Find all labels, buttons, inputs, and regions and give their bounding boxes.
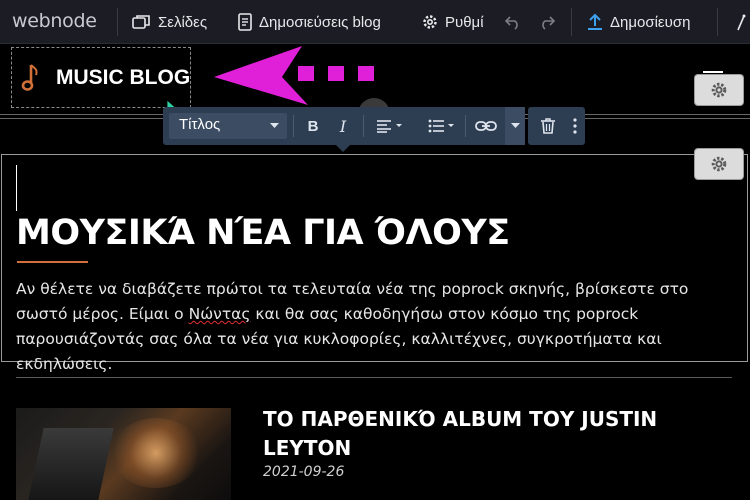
- publish-label: Δημοσίευση: [610, 13, 691, 31]
- editor-topbar: webnode Σελίδες Δημοσιεύσεις blog Ρυθμί: [0, 0, 750, 44]
- heading-accent-line: [17, 261, 88, 263]
- header-settings-button[interactable]: [695, 75, 743, 105]
- toolbar-divider: [571, 8, 572, 36]
- annotation-dot: [358, 66, 374, 81]
- link-button[interactable]: [473, 114, 499, 138]
- section-divider: [16, 377, 732, 378]
- upload-icon: [588, 13, 602, 30]
- more-tools-button[interactable]: [735, 0, 750, 44]
- gear-icon: [711, 82, 727, 98]
- text-style-select[interactable]: Τίτλος: [169, 113, 287, 139]
- text-format-toolbar: Τίτλος B I: [163, 107, 525, 145]
- publish-button[interactable]: Δημοσίευση: [586, 0, 690, 44]
- delete-button[interactable]: [536, 114, 560, 138]
- align-left-icon: [377, 120, 402, 133]
- text-style-value: Τίτλος: [179, 116, 221, 133]
- toolbar-divider: [363, 115, 364, 137]
- chevron-down-icon: [270, 123, 279, 128]
- toolbar-divider: [293, 115, 294, 137]
- settings-button[interactable]: Ρυθμί: [421, 0, 491, 44]
- document-icon: [238, 13, 252, 31]
- intro-paragraph[interactable]: Αν θέλετε να διαβάζετε πρώτοι τα τελευτα…: [16, 277, 731, 377]
- pages-icon: [132, 15, 150, 29]
- italic-button[interactable]: I: [333, 114, 353, 138]
- trash-icon: [541, 118, 555, 134]
- link-icon: [475, 121, 497, 131]
- annotation-dot: [328, 66, 344, 81]
- spellcheck-word: Νώντας: [188, 305, 251, 323]
- list-button[interactable]: [425, 114, 459, 138]
- text-cursor: [16, 165, 17, 211]
- toolbar-divider: [465, 115, 466, 137]
- post-date: 2021-09-26: [263, 464, 345, 480]
- toolbar-divider: [717, 8, 718, 36]
- post-thumbnail[interactable]: [16, 408, 231, 500]
- redo-icon: [542, 16, 556, 30]
- block-actions-toolbar: [528, 107, 585, 145]
- settings-label: Ρυθμί: [445, 13, 484, 31]
- toolbar-pointer: [335, 144, 351, 152]
- chevron-down-icon: [510, 123, 520, 128]
- pages-button[interactable]: Σελίδες: [132, 0, 207, 44]
- bullet-list-icon: [428, 119, 454, 133]
- blog-posts-label: Δημοσιεύσεις blog: [259, 13, 381, 31]
- redo-button[interactable]: [538, 0, 562, 44]
- pages-label: Σελίδες: [158, 13, 208, 31]
- blog-posts-button[interactable]: Δημοσιεύσεις blog: [237, 0, 381, 44]
- gear-icon: [711, 156, 727, 172]
- bold-button[interactable]: B: [303, 114, 323, 138]
- toolbar-divider: [117, 8, 118, 36]
- wand-icon: [737, 14, 746, 31]
- page-heading[interactable]: ΜΟΥΣΙΚΆ ΝΈΑ ΓΙΑ ΌΛΟΥΣ: [16, 213, 510, 253]
- webnode-logo[interactable]: webnode: [12, 10, 97, 32]
- site-title[interactable]: MUSIC BLOG: [56, 66, 190, 90]
- kebab-menu-icon: [573, 118, 577, 134]
- gear-icon: [423, 15, 437, 29]
- post-title[interactable]: ΤΟ ΠΑΡΘΕΝΙΚΌ ALBUM ΤΟΥ JUSTIN LEYTON: [263, 405, 693, 463]
- align-button[interactable]: [373, 114, 407, 138]
- more-format-dropdown[interactable]: [505, 107, 525, 145]
- more-options-button[interactable]: [568, 114, 582, 138]
- music-note-icon: [21, 64, 38, 91]
- undo-icon: [504, 16, 518, 30]
- annotation-dot: [298, 66, 314, 81]
- undo-button[interactable]: [504, 0, 528, 44]
- annotation-arrow-icon: [214, 46, 308, 105]
- block-settings-button[interactable]: [695, 149, 743, 179]
